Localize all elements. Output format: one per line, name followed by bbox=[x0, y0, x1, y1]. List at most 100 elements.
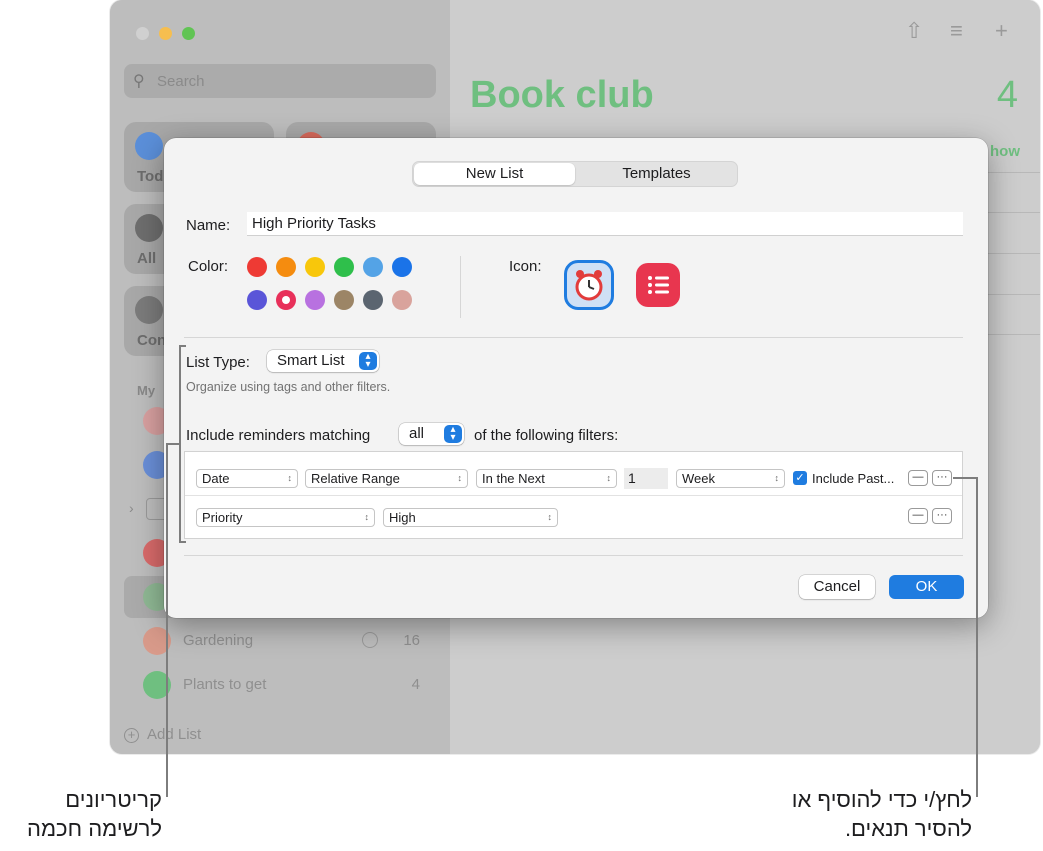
callout-leader bbox=[953, 477, 977, 479]
section-divider bbox=[184, 337, 963, 338]
name-label: Name: bbox=[186, 217, 231, 234]
chevron-updown-icon: ↕ bbox=[547, 512, 553, 522]
segmented-control: New List Templates bbox=[412, 161, 738, 187]
sidebar-search[interactable]: ⚲ Search bbox=[124, 64, 436, 98]
filter-number-field[interactable]: 1 bbox=[624, 468, 668, 489]
select-value: Relative Range bbox=[311, 471, 400, 486]
cancel-button[interactable]: Cancel bbox=[799, 575, 875, 599]
callout-line-2: לרשימה חכמה bbox=[27, 816, 162, 841]
list-type-hint: Organize using tags and other filters. bbox=[186, 380, 391, 394]
color-swatch[interactable] bbox=[363, 257, 383, 277]
color-label: Color: bbox=[188, 258, 229, 275]
callout-line-2: להסיר תנאים. bbox=[844, 816, 972, 841]
select-value: Week bbox=[682, 471, 715, 486]
more-options-button[interactable]: ··· bbox=[932, 508, 952, 524]
color-swatch[interactable] bbox=[305, 257, 325, 277]
list-count: 4 bbox=[411, 676, 420, 693]
callout-bracket-bottom bbox=[179, 541, 186, 543]
tile-label: Tod bbox=[137, 168, 164, 185]
include-label: Include reminders matching bbox=[186, 427, 371, 444]
show-button[interactable]: how bbox=[990, 143, 1020, 160]
row-separator bbox=[185, 495, 962, 496]
filter-qualifier-select[interactable]: In the Next ↕ bbox=[476, 469, 617, 488]
name-field[interactable] bbox=[247, 212, 963, 235]
list-item-gardening[interactable]: Gardening 16 bbox=[124, 620, 436, 662]
share-icon[interactable]: ⇧ bbox=[905, 18, 923, 44]
my-lists-header: My bbox=[137, 383, 156, 398]
color-swatch[interactable] bbox=[334, 257, 354, 277]
vertical-divider bbox=[460, 256, 461, 318]
list-format-icon[interactable]: ≡ bbox=[950, 18, 963, 44]
add-list-button[interactable]: + Add List bbox=[124, 726, 201, 743]
color-swatch[interactable] bbox=[392, 257, 412, 277]
name-field-container bbox=[247, 212, 963, 236]
disclosure-chevron-icon: › bbox=[129, 500, 134, 516]
search-icon: ⚲ bbox=[133, 73, 145, 90]
checkmark-icon bbox=[135, 296, 163, 324]
color-swatch[interactable] bbox=[276, 257, 296, 277]
icon-option-alarm[interactable] bbox=[564, 260, 614, 310]
calendar-icon bbox=[135, 132, 163, 160]
up-down-chevron-icon: ▴ ▾ bbox=[444, 425, 462, 443]
color-swatch[interactable] bbox=[334, 290, 354, 310]
filter-field-select[interactable]: Date ↕ bbox=[196, 469, 298, 488]
color-swatch[interactable] bbox=[247, 290, 267, 310]
chevron-updown-icon: ↕ bbox=[364, 512, 370, 522]
filter-rules: Date ↕ Relative Range ↕ In the Next ↕ 1 Wee… bbox=[184, 451, 963, 539]
chevron-updown-icon: ↕ bbox=[606, 473, 612, 483]
list-label: Plants to get bbox=[183, 676, 267, 693]
list-title: Book club bbox=[470, 74, 654, 116]
add-list-label: Add List bbox=[147, 726, 202, 743]
list-count: 4 bbox=[996, 74, 1018, 116]
match-value: all bbox=[409, 425, 425, 442]
ok-button[interactable]: OK bbox=[889, 575, 964, 599]
divider bbox=[980, 172, 1040, 173]
close-window-button[interactable] bbox=[136, 27, 149, 40]
color-swatch[interactable] bbox=[363, 290, 383, 310]
tab-new-list[interactable]: New List bbox=[414, 163, 575, 185]
list-item-plants[interactable]: Plants to get 4 bbox=[124, 664, 436, 706]
color-swatch[interactable] bbox=[247, 257, 267, 277]
list-count: 16 bbox=[403, 632, 420, 649]
select-value: Date bbox=[202, 471, 230, 486]
alarm-clock-icon bbox=[575, 270, 603, 301]
zoom-window-button[interactable] bbox=[182, 27, 195, 40]
chevron-updown-icon: ↕ bbox=[457, 473, 463, 483]
list-icon bbox=[648, 276, 669, 294]
divider bbox=[980, 334, 1040, 335]
filter-unit-select[interactable]: Week ↕ bbox=[676, 469, 785, 488]
tab-templates[interactable]: Templates bbox=[576, 163, 737, 185]
add-circle-icon: + bbox=[124, 728, 139, 743]
up-down-chevron-icon: ▴ ▾ bbox=[359, 352, 377, 370]
select-value: In the Next bbox=[482, 471, 545, 486]
color-swatch[interactable] bbox=[305, 290, 325, 310]
remove-rule-button[interactable]: — bbox=[908, 508, 928, 524]
shared-person-icon bbox=[362, 632, 378, 648]
icon-option-list[interactable] bbox=[636, 263, 680, 307]
list-label: Gardening bbox=[183, 632, 254, 649]
include-past-checkbox[interactable]: ✓ bbox=[793, 471, 807, 485]
color-swatch[interactable] bbox=[392, 290, 412, 310]
tile-label: All bbox=[137, 250, 157, 267]
plus-icon[interactable]: + bbox=[995, 18, 1008, 44]
remove-rule-button[interactable]: — bbox=[908, 470, 928, 486]
icon-label: Icon: bbox=[509, 258, 542, 275]
new-list-dialog: New List Templates Name: Color: Icon: Li… bbox=[164, 138, 988, 618]
callout-leader bbox=[976, 477, 978, 797]
filter-field-select[interactable]: Priority ↕ bbox=[196, 508, 375, 527]
select-value: High bbox=[389, 510, 416, 525]
match-popup[interactable]: all ▴ ▾ bbox=[399, 423, 464, 445]
callout-line-1: לחץ/י כדי להוסיף או bbox=[791, 787, 972, 812]
filter-operator-select[interactable]: Relative Range ↕ bbox=[305, 469, 468, 488]
chevron-updown-icon: ↕ bbox=[774, 473, 780, 483]
callout-bracket-top bbox=[179, 345, 186, 347]
filter-operator-select[interactable]: High ↕ bbox=[383, 508, 558, 527]
more-options-button[interactable]: ··· bbox=[932, 470, 952, 486]
list-type-popup[interactable]: Smart List ▴ ▾ bbox=[267, 350, 379, 372]
filters-label: of the following filters: bbox=[474, 427, 619, 444]
color-swatch[interactable] bbox=[276, 290, 296, 310]
minimize-window-button[interactable] bbox=[159, 27, 172, 40]
include-past-label: Include Past... bbox=[812, 471, 895, 486]
select-value: Priority bbox=[202, 510, 243, 525]
divider bbox=[980, 212, 1040, 213]
